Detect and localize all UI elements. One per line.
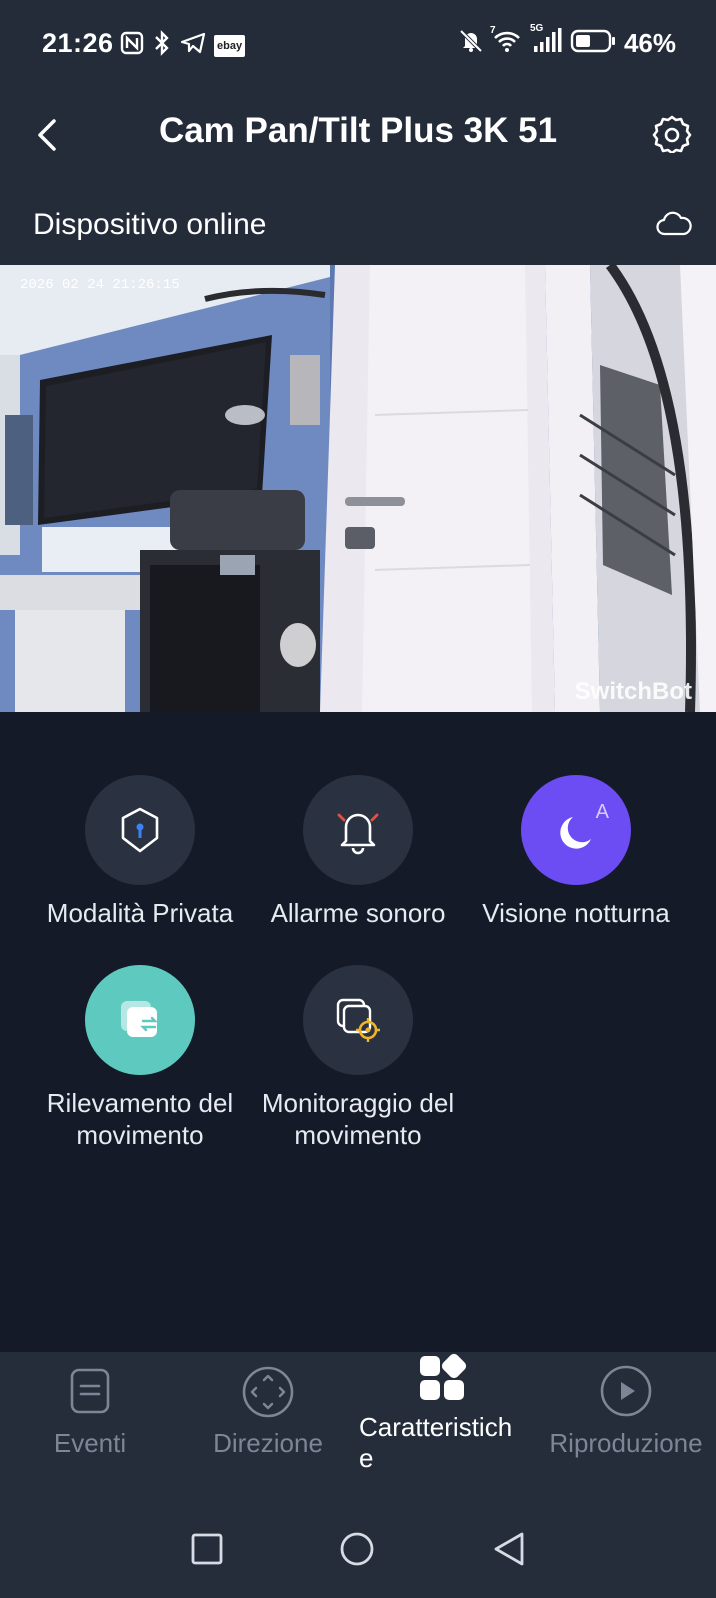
tab-label: Caratteristich e bbox=[359, 1412, 513, 1473]
brand-watermark: SwitchBot bbox=[574, 678, 692, 705]
privacy-mode-toggle[interactable] bbox=[85, 775, 195, 885]
network-label: 5G bbox=[529, 23, 544, 34]
feature-sound-alarm[interactable]: Allarme sonoro bbox=[249, 775, 467, 929]
telegram-icon bbox=[180, 31, 206, 60]
page-title: Cam Pan/Tilt Plus 3K 51 bbox=[158, 111, 558, 150]
feature-label: Rilevamento del movimento bbox=[46, 1088, 234, 1150]
settings-button[interactable] bbox=[652, 113, 692, 155]
events-icon bbox=[70, 1368, 110, 1414]
feature-label: Allarme sonoro bbox=[270, 898, 446, 928]
camera-scene bbox=[0, 265, 716, 712]
feature-label: Modalità Privata bbox=[46, 898, 234, 928]
feature-label: Monitoraggio del movimento bbox=[261, 1088, 455, 1150]
back-triangle-icon bbox=[494, 1532, 524, 1566]
notification-icons: ebay bbox=[120, 30, 246, 61]
tab-label: Riproduzione bbox=[549, 1428, 703, 1458]
bluetooth-icon bbox=[152, 30, 172, 61]
video-timestamp: 2026 02 24 21:26:15 bbox=[20, 277, 180, 293]
device-status-text: Dispositivo online bbox=[33, 208, 267, 241]
camera-live-feed[interactable]: 2026 02 24 21:26:15 SwitchBot bbox=[0, 265, 716, 712]
status-bar: 21:26 ebay 7 5G 46% bbox=[0, 0, 716, 90]
night-vision-toggle[interactable]: A bbox=[521, 775, 631, 885]
motion-tracking-toggle[interactable] bbox=[303, 965, 413, 1075]
direction-icon bbox=[242, 1366, 294, 1418]
feature-label: Visione notturna bbox=[482, 898, 670, 928]
status-time: 21:26 bbox=[42, 28, 114, 58]
battery-percent: 46% bbox=[623, 28, 676, 58]
battery-icon bbox=[570, 28, 616, 59]
recents-button[interactable] bbox=[190, 1532, 224, 1566]
motion-tracking-icon bbox=[336, 998, 380, 1042]
home-button[interactable] bbox=[338, 1530, 376, 1568]
play-icon bbox=[600, 1365, 652, 1417]
recents-square-icon bbox=[191, 1533, 223, 1565]
features-icon bbox=[420, 1353, 467, 1400]
mute-icon bbox=[458, 28, 484, 59]
wifi-icon: 7 bbox=[490, 25, 522, 58]
feature-privacy-mode[interactable]: Modalità Privata bbox=[31, 775, 249, 929]
cloud-button[interactable] bbox=[656, 210, 692, 238]
motion-detect-icon bbox=[121, 1001, 158, 1037]
feature-motion-detection[interactable]: Rilevamento del movimento bbox=[31, 965, 249, 1151]
sound-alarm-toggle[interactable] bbox=[303, 775, 413, 885]
tab-label: Direzione bbox=[213, 1428, 323, 1458]
motion-detection-toggle[interactable] bbox=[85, 965, 195, 1075]
home-circle-icon bbox=[340, 1532, 374, 1566]
gear-icon bbox=[652, 115, 692, 155]
nfc-icon bbox=[120, 31, 144, 60]
signal-icon: 5G bbox=[530, 23, 562, 59]
cloud-icon bbox=[656, 211, 692, 236]
feature-night-vision[interactable]: A Visione notturna bbox=[467, 775, 685, 929]
tab-label: Eventi bbox=[53, 1428, 127, 1458]
system-navigation-bar bbox=[0, 1520, 716, 1598]
device-status-row: Dispositivo online bbox=[0, 200, 716, 260]
tab-direction[interactable]: Direzione bbox=[178, 1352, 358, 1502]
shield-icon bbox=[121, 807, 159, 853]
ebay-icon: ebay bbox=[214, 34, 246, 57]
wifi-label: 7 bbox=[489, 25, 496, 36]
app-header: Cam Pan/Tilt Plus 3K 51 bbox=[0, 95, 716, 175]
system-back-button[interactable] bbox=[492, 1530, 528, 1568]
bell-icon bbox=[337, 813, 379, 855]
night-vision-auto-badge: A bbox=[595, 801, 609, 823]
feature-motion-tracking[interactable]: Monitoraggio del movimento bbox=[249, 965, 467, 1151]
status-right: 7 5G 46% bbox=[458, 23, 676, 59]
tab-events[interactable]: Eventi bbox=[0, 1352, 180, 1502]
tab-features[interactable]: Caratteristich e bbox=[354, 1352, 534, 1502]
tab-playback[interactable]: Riproduzione bbox=[536, 1352, 716, 1502]
